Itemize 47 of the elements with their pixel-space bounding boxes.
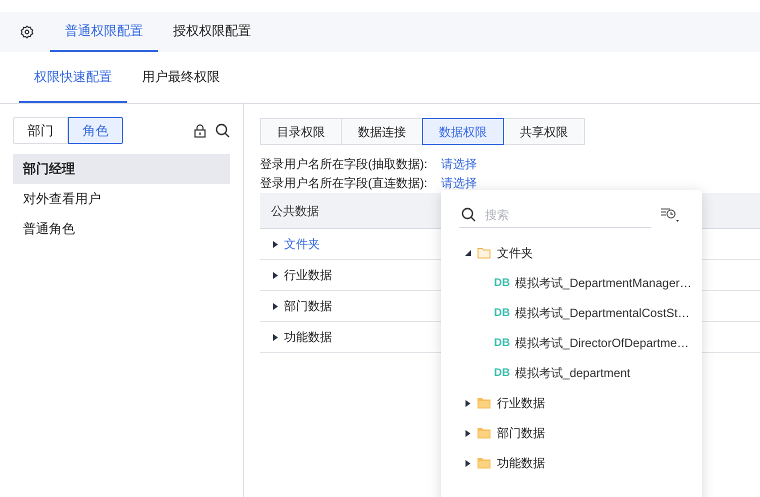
database-label: DB xyxy=(494,276,510,291)
permission-tab[interactable]: 共享权限 xyxy=(503,118,585,145)
permission-tab[interactable]: 数据连接 xyxy=(341,118,423,145)
tree-folder-item[interactable]: 文件夹 xyxy=(465,238,702,268)
field-label: 登录用户名所在字段(抽取数据): xyxy=(260,156,428,172)
permission-tab[interactable]: 数据权限 xyxy=(422,118,504,145)
sub-tab[interactable]: 权限快速配置 xyxy=(19,52,127,103)
tree-table-item[interactable]: DB 模拟考试_department xyxy=(465,358,702,388)
tree-folder-item[interactable]: 部门数据 xyxy=(465,418,702,448)
search-icon[interactable] xyxy=(215,123,230,138)
database-label: DB xyxy=(494,306,510,321)
caret-icon[interactable] xyxy=(465,430,471,436)
tree-folder-item[interactable]: 行业数据 xyxy=(465,388,702,418)
caret-icon[interactable] xyxy=(273,334,278,340)
role-item[interactable]: 对外查看用户 xyxy=(13,184,230,214)
search-field[interactable]: 搜索 xyxy=(459,202,651,228)
field-label: 登录用户名所在字段(直连数据): xyxy=(260,174,428,192)
top-tab[interactable]: 普通权限配置 xyxy=(50,12,158,52)
search-icon xyxy=(461,207,476,222)
caret-icon[interactable] xyxy=(273,272,278,278)
toggle-button[interactable]: 角色 xyxy=(68,117,123,144)
caret-icon[interactable] xyxy=(465,400,471,406)
settings-icon[interactable] xyxy=(20,25,34,39)
tree-folder-item[interactable]: 功能数据 xyxy=(465,448,702,478)
database-label: DB xyxy=(494,366,510,381)
folder-icon xyxy=(477,397,491,409)
role-item[interactable]: 普通角色 xyxy=(13,214,230,244)
toggle-button[interactable]: 部门 xyxy=(13,117,68,144)
select-link[interactable]: 请选择 xyxy=(441,154,477,172)
role-item[interactable]: 部门经理 xyxy=(13,154,230,184)
sub-tab[interactable]: 用户最终权限 xyxy=(127,52,235,103)
database-label: DB xyxy=(494,336,510,351)
caret-icon[interactable] xyxy=(465,250,471,256)
top-tab[interactable]: 授权权限配置 xyxy=(158,12,266,52)
select-link[interactable]: 请选择 xyxy=(441,174,477,192)
tree-table-item[interactable]: DB 模拟考试_DepartmentManager… xyxy=(465,268,702,298)
caret-icon[interactable] xyxy=(465,460,471,466)
permission-tab[interactable]: 目录权限 xyxy=(260,118,342,145)
caret-icon[interactable] xyxy=(273,240,278,248)
caret-icon[interactable] xyxy=(273,302,278,310)
tree-table-item[interactable]: DB 模拟考试_DirectorOfDepartme… xyxy=(465,328,702,358)
folder-icon xyxy=(477,247,491,259)
lock-icon[interactable] xyxy=(193,124,207,138)
folder-icon xyxy=(477,457,491,469)
history-filter-icon[interactable] xyxy=(660,207,680,223)
folder-icon xyxy=(477,427,491,439)
tree-table-item[interactable]: DB 模拟考试_DepartmentalCostSt… xyxy=(465,298,702,328)
